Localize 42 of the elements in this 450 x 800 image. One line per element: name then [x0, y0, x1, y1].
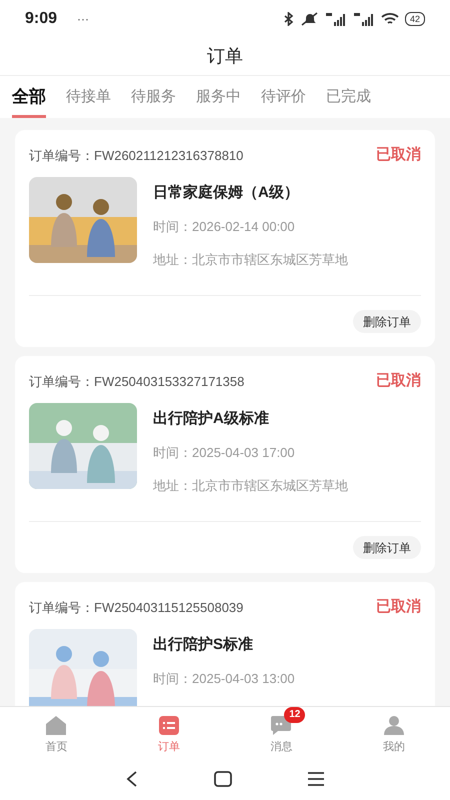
service-name: 日常家庭保姆（A级） — [153, 182, 300, 202]
badge: 12 — [284, 707, 306, 723]
filter-tab[interactable]: 已完成 — [326, 76, 371, 118]
service-time: 时间：2025-04-03 13:00 — [153, 670, 295, 688]
signal-icon — [324, 12, 347, 26]
order-status: 已取消 — [376, 371, 421, 391]
nav-tab[interactable]: 订单 — [112, 707, 225, 758]
bluetooth-icon — [282, 12, 295, 26]
order-status: 已取消 — [376, 597, 421, 617]
nav-tab[interactable]: 12 消息 — [225, 707, 338, 758]
home-button-icon[interactable] — [214, 771, 232, 787]
order-card[interactable]: 订单编号：FW260211212316378810 已取消 日常家庭保姆（A级） 时间：2026-02-14 00:00 地址：北京市市辖区东城区芳草地 删除订单 — [15, 130, 435, 347]
filter-tab[interactable]: 待评价 — [261, 76, 306, 118]
filter-tab[interactable]: 全部 — [12, 76, 46, 118]
status-dots: ··· — [77, 11, 90, 28]
order-card[interactable]: 订单编号：FW250403115125508039 已取消 出行陪护S标准 时间：2025-04-03 13:00 — [15, 582, 435, 706]
service-time: 时间：2026-02-14 00:00 — [153, 218, 296, 236]
order-number: 订单编号：FW260211212316378810 — [29, 146, 244, 164]
filter-tab[interactable]: 服务中 — [196, 76, 241, 118]
signal-icon — [352, 12, 375, 26]
service-name: 出行陪护A级标准 — [153, 408, 270, 428]
service-time: 时间：2025-04-03 17:00 — [153, 444, 296, 462]
nav-tab[interactable]: 首页 — [0, 707, 112, 758]
mute-icon — [300, 12, 319, 26]
page-title: 订单 — [207, 45, 243, 68]
order-number: 订单编号：FW250403153327171358 — [29, 372, 244, 390]
status-time: 9:09 — [25, 9, 58, 29]
order-status: 已取消 — [376, 145, 421, 165]
filter-tab[interactable]: 待服务 — [131, 76, 176, 118]
delete-order-button[interactable]: 删除订单 — [353, 536, 421, 559]
order-number: 订单编号：FW250403115125508039 — [29, 598, 244, 616]
delete-order-button[interactable]: 删除订单 — [353, 310, 421, 333]
back-icon[interactable] — [125, 770, 139, 788]
filter-tab[interactable]: 待接单 — [66, 76, 111, 118]
service-address: 地址：北京市市辖区东城区芳草地 — [153, 250, 348, 268]
service-address: 地址：北京市市辖区东城区芳草地 — [153, 476, 348, 494]
service-name: 出行陪护S标准 — [153, 634, 254, 654]
battery-level: 42 — [404, 12, 425, 26]
order-card[interactable]: 订单编号：FW250403153327171358 已取消 出行陪护A级标准 时间：2025-04-03 17:00 地址：北京市市辖区东城区芳草地 删除订单 — [15, 356, 435, 573]
menu-icon[interactable] — [307, 771, 325, 787]
wifi-icon — [380, 12, 399, 26]
nav-tab[interactable]: 我的 — [338, 707, 450, 758]
